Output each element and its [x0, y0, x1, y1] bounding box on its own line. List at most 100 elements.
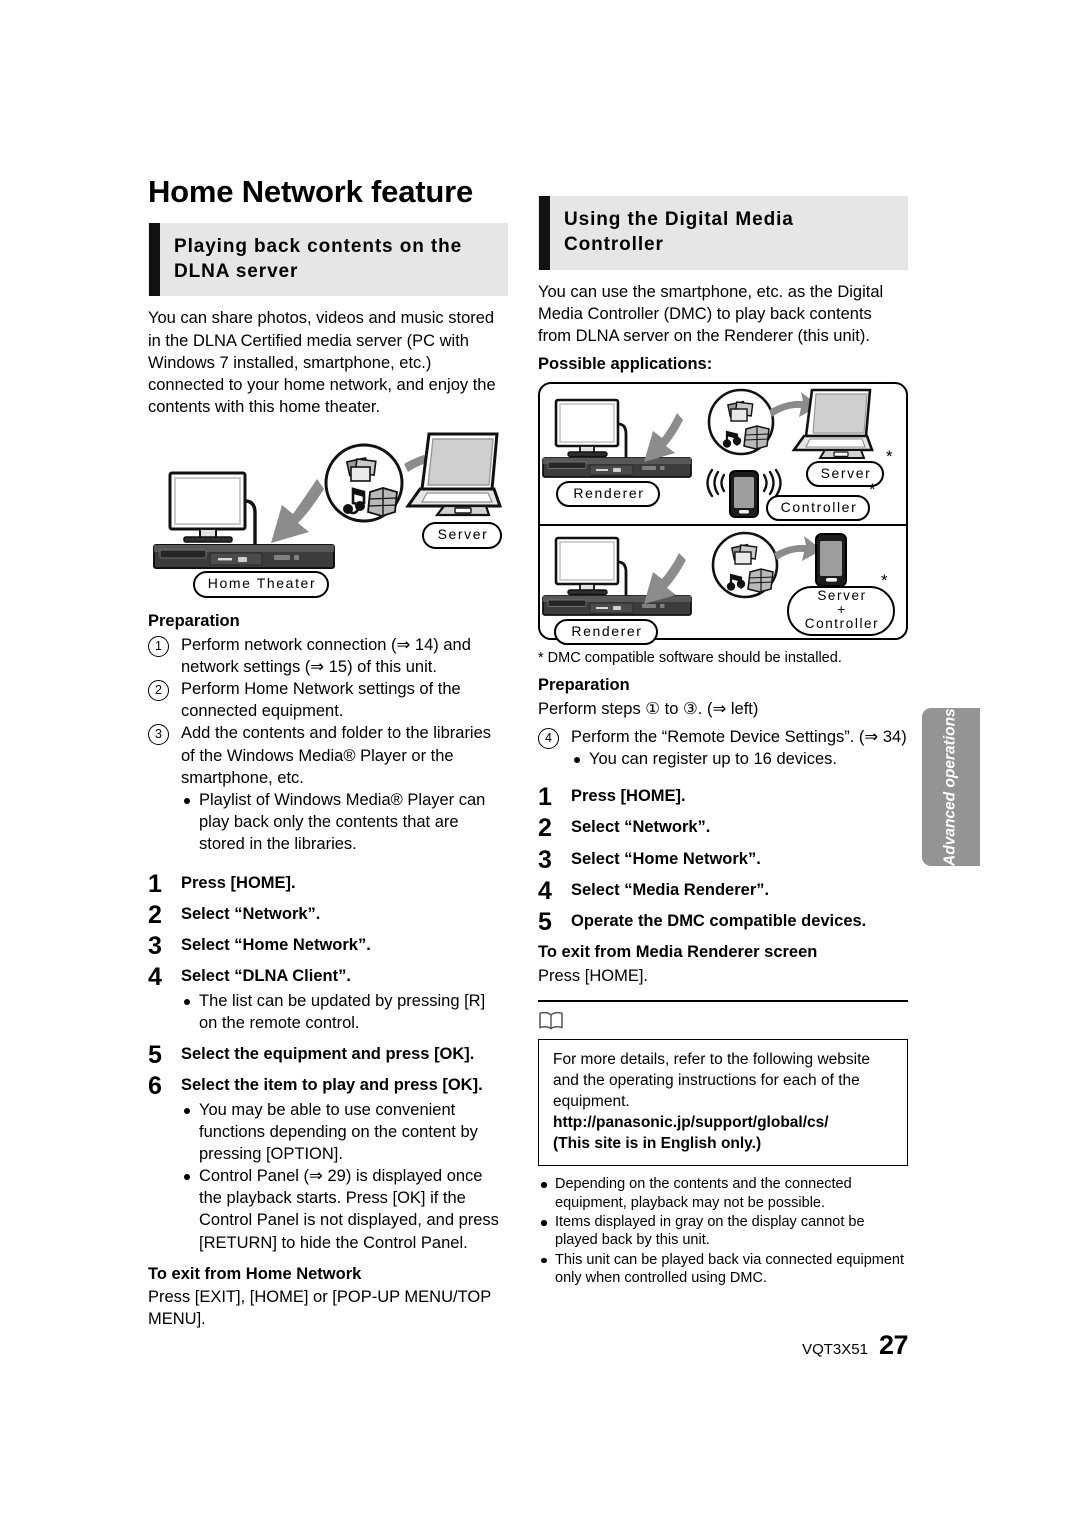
smartphone-icon-bottom [815, 532, 847, 587]
step-item: 4 Select “DLNA Client”. The list can be … [148, 963, 508, 1034]
page-footer: VQT3X51 27 [0, 1330, 908, 1361]
list-item: You may be able to use convenient functi… [181, 1099, 508, 1166]
step-text: Operate the DMC compatible devices. [571, 912, 867, 931]
video-icon-bottom [747, 567, 774, 593]
footnote-star-controller: * [869, 479, 876, 499]
list-item: Items displayed in gray on the display c… [538, 1213, 908, 1250]
figure-dlna-server: Home Theater Server [148, 426, 508, 606]
step-item: 2 Select “Network”. [538, 814, 908, 842]
step-item: 3 Select “Home Network”. [148, 932, 508, 960]
list-item: 4 Perform the “Remote Device Settings”. … [538, 726, 908, 749]
step-text: Select “Network”. [571, 818, 711, 837]
footnote-star-server-controller: * [881, 570, 888, 590]
section-header-dlna-label: Playing back contents on the DLNA server [174, 235, 463, 282]
tv-icon [168, 471, 247, 544]
dmc-footnote: * DMC compatible software should be inst… [538, 649, 842, 666]
pill-server-controller-plus: + [837, 601, 847, 617]
circled-number: 3 [148, 724, 169, 746]
arrow-from-server-icon-bottom [774, 535, 822, 561]
right-preparation-subnote-list: You can register up to 16 devices. [571, 748, 908, 770]
step-text: Select the item to play and press [OK]. [181, 1076, 483, 1095]
step-item: 3 Select “Home Network”. [538, 846, 908, 874]
pill-server-controller-line1: Server [817, 587, 867, 603]
step-item: 5 Operate the DMC compatible devices. [538, 908, 908, 936]
circled-number: 1 [148, 635, 169, 657]
list-item: Playlist of Windows Media® Player can pl… [181, 789, 508, 856]
step-number: 2 [538, 814, 552, 843]
step-text: Select the equipment and press [OK]. [181, 1044, 475, 1063]
page-title: Home Network feature [148, 174, 474, 209]
list-item-text: Perform Home Network settings of the con… [181, 680, 461, 721]
left-steps-list: 1 Press [HOME]. 2 Select “Network”. 3 Se… [148, 870, 508, 1254]
right-preparation-heading: Preparation [538, 676, 630, 695]
step-number: 5 [148, 1040, 162, 1069]
right-exit-heading: To exit from Media Renderer screen [538, 943, 818, 962]
list-item-text: Perform the “Remote Device Settings”. (⇒… [571, 727, 907, 746]
right-column: Using the Digital Media Controller You c… [538, 196, 908, 1289]
section-header-dmc-label: Using the Digital Media Controller [564, 209, 794, 256]
website-note-line1: For more details, refer to the following… [553, 1050, 871, 1110]
website-note-box: For more details, refer to the following… [538, 1038, 908, 1167]
step-text: Select “Home Network”. [181, 936, 371, 955]
right-bottom-notes-list: Depending on the contents and the connec… [538, 1175, 908, 1287]
list-item-text: Perform network connection (⇒ 14) and ne… [181, 635, 471, 676]
left-preparation-subnote-list: Playlist of Windows Media® Player can pl… [181, 789, 508, 856]
step-number: 2 [148, 900, 162, 929]
left-exit-heading: To exit from Home Network [148, 1264, 362, 1283]
step-number: 6 [148, 1072, 162, 1101]
step-text: Select “Network”. [181, 904, 321, 923]
list-item: 1 Perform network connection (⇒ 14) and … [148, 634, 508, 678]
step-item: 1 Press [HOME]. [148, 870, 508, 898]
list-item: 3 Add the contents and folder to the lib… [148, 722, 508, 789]
step-number: 3 [538, 845, 552, 874]
list-item: Depending on the contents and the connec… [538, 1175, 908, 1212]
dlna-intro-text: You can share photos, videos and music s… [148, 309, 496, 417]
step4-note-list: The list can be updated by pressing [R] … [181, 990, 508, 1034]
step-text: Select “DLNA Client”. [181, 967, 351, 986]
list-item: 2 Perform Home Network settings of the c… [148, 678, 508, 722]
step-number: 5 [538, 908, 552, 937]
side-tab-label: Advanced operations [941, 708, 959, 866]
section-divider [538, 999, 908, 1002]
renderer-device-icon-bottom [542, 594, 692, 616]
smartphone-icon-top [729, 469, 759, 518]
step-text: Select “Media Renderer”. [571, 880, 770, 899]
footnote-star-server-top: * [886, 446, 893, 466]
step6-note-list: You may be able to use convenient functi… [181, 1099, 508, 1254]
right-preparation-lead: Perform steps ① to ③. (⇒ left) [538, 699, 759, 718]
list-item: This unit can be played back via connect… [538, 1251, 908, 1288]
step-item: 6 Select the item to play and press [OK]… [148, 1072, 508, 1254]
media-content-circle-icon [324, 443, 404, 523]
step-number: 4 [538, 876, 552, 905]
pill-server-controller: Server + Controller [787, 585, 895, 636]
list-item-text: Add the contents and folder to the libra… [181, 724, 492, 787]
step-number: 1 [538, 783, 552, 812]
step-item: 4 Select “Media Renderer”. [538, 877, 908, 905]
tv-icon-top [554, 398, 620, 457]
open-book-icon [539, 1011, 563, 1030]
pill-home-theater: Home Theater [193, 571, 329, 599]
list-item: Control Panel (⇒ 29) is displayed once t… [181, 1165, 508, 1254]
pill-server: Server [422, 522, 502, 550]
pill-renderer-bottom: Renderer [554, 618, 658, 646]
left-preparation-list: 1 Perform network connection (⇒ 14) and … [148, 634, 508, 789]
wifi-wave-right-icon [762, 468, 782, 497]
circled-number: 4 [538, 727, 559, 749]
renderer-device-icon-top [542, 456, 692, 478]
circled-number: 2 [148, 680, 169, 702]
list-item: You can register up to 16 devices. [571, 748, 908, 770]
right-exit-text: Press [HOME]. [538, 966, 649, 985]
media-content-circle-icon-top [707, 388, 775, 456]
figure-dlna-server-graphic [153, 432, 503, 570]
dmc-intro-text: You can use the smartphone, etc. as the … [538, 282, 884, 346]
right-preparation-list: 4 Perform the “Remote Device Settings”. … [538, 726, 908, 749]
laptop-icon [405, 432, 503, 517]
step-text: Select “Home Network”. [571, 849, 761, 868]
step-number: 4 [148, 963, 162, 992]
step-number: 3 [148, 932, 162, 961]
tv-icon-bottom [554, 536, 620, 595]
website-note-url: http://panasonic.jp/support/global/cs/ [553, 1114, 829, 1132]
left-exit-text: Press [EXIT], [HOME] or [POP-UP MENU/TOP… [148, 1288, 491, 1329]
section-header-dlna: Playing back contents on the DLNA server [148, 222, 508, 297]
manual-page: Home Network feature Playing back conten… [0, 0, 1080, 1526]
